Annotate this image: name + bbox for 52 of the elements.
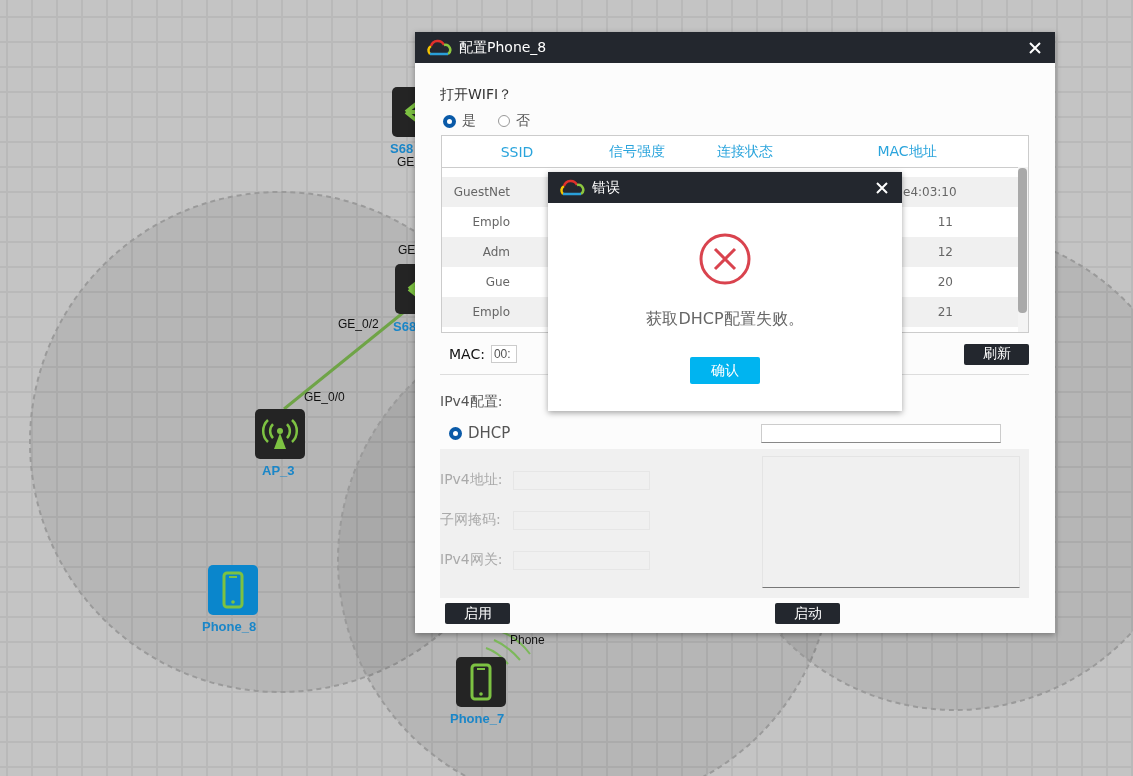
refresh-button[interactable]: 刷新 [964,343,1029,365]
error-icon [699,233,751,285]
radio-button[interactable] [498,115,510,127]
column-header: 连接状态 [716,142,774,161]
table-cell-text: 12 [936,245,954,259]
table-cell-text: Emplo [471,305,510,319]
start-button[interactable]: 启动 [775,603,840,624]
column-header: MAC地址 [876,142,938,161]
port-label: GE [398,243,416,257]
table-cell-text: e4:03:10 [903,185,958,199]
device-label: Phone_8 [202,619,257,634]
mac-input-field[interactable]: 00: [490,345,517,363]
section-heading: IPv4配置: [440,392,504,411]
table-cell-text: Emplo [471,215,510,229]
device-label: S68 [390,141,414,156]
radio-label: 否 [516,112,530,130]
radio-button[interactable] [449,426,462,440]
radio-label: 是 [462,112,476,130]
error-message: 获取DHCP配置失败。 [646,309,804,330]
port-label: Phone [510,633,545,647]
close-icon[interactable] [1029,41,1041,54]
apply-button[interactable]: 启用 [445,603,510,624]
table-cell-text: Adm [481,245,510,259]
port-label: GE_0/2 [338,317,379,331]
scrollbar-thumb[interactable] [1018,168,1027,313]
cloud-icon [558,178,586,197]
table-cell-text: 11 [936,215,954,229]
field-label: MAC: [449,346,485,362]
table-cell-text: GuestNet [452,185,510,199]
dialog-title: 配置Phone_8 [459,38,548,57]
port-label: GE [397,155,415,169]
field-label: 子网掩码: [440,511,502,529]
port-label: GE_0/0 [304,390,345,404]
close-icon[interactable] [876,181,888,194]
field-label: IPv4地址: [440,471,504,489]
dialog-title: 错误 [592,178,621,197]
wifi-question: 打开WIFI？ [440,85,514,104]
device-label: AP_3 [262,463,295,478]
table-cell-text: 21 [936,305,954,319]
table-cell-text: 20 [936,275,954,289]
radio-label: DHCP [468,424,511,442]
device-label: S68 [393,319,417,334]
field-label: IPv4网关: [440,551,504,569]
text-input-field[interactable] [761,423,1001,443]
cloud-icon [425,38,453,57]
radio-button[interactable] [443,114,456,128]
phone-icon[interactable] [456,657,506,707]
column-header: SSID [499,143,535,160]
table-cell-text: Gue [484,275,510,289]
column-header: 信号强度 [608,142,666,161]
device-label: Phone_7 [450,711,505,726]
access-point-icon[interactable] [255,409,305,459]
